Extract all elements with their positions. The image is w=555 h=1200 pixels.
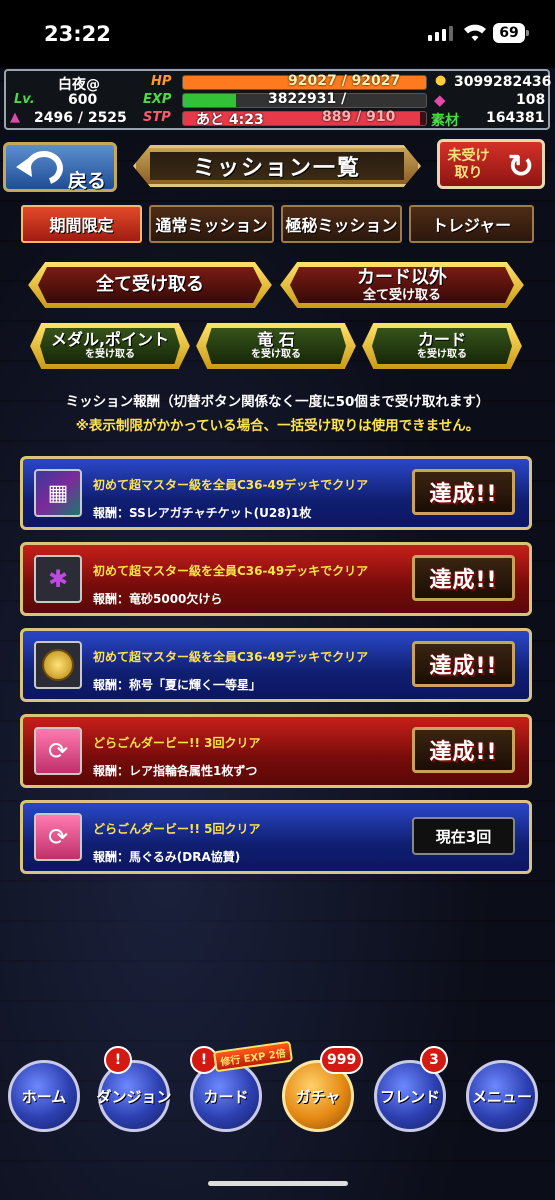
signal-icon [428, 26, 453, 41]
page-title: ミッション一覧 [192, 156, 361, 181]
receive-card-line2: を受け取る [417, 349, 467, 360]
mission-item: ✱ 初めて超マスター級を全員C36-49デッキでクリア 報酬：竜砂5000欠けら… [20, 542, 532, 616]
receive-medal-button[interactable]: メダル,ポイント を受け取る [30, 323, 190, 369]
level-value: 600 [68, 92, 98, 108]
material-label: 素材 [431, 113, 459, 129]
notice-display-limit: ※表示制限がかかっている場合、一括受け取りは使用できません。 [75, 418, 480, 434]
stamina-value: 2496 / 2525 [34, 110, 127, 126]
material-value: 164381 [486, 110, 545, 126]
ring-card-icon: ⟳ [34, 727, 82, 775]
tab-secret[interactable]: 極秘ミッション [281, 205, 402, 243]
level-label: Lv. [14, 92, 35, 107]
back-button[interactable]: 戻る [3, 142, 117, 192]
nav-menu[interactable]: メニュー [466, 1060, 538, 1132]
receive-all-label: 全て受け取る [96, 274, 204, 295]
exp-label: EXP [143, 92, 172, 107]
nav-home-label: ホーム [21, 1087, 67, 1106]
gacha-count-badge: 999 [320, 1046, 364, 1074]
refresh-icon: ↻ [507, 147, 534, 185]
exp-value: 3822931 / [268, 91, 347, 107]
stp-value: 889 / 910 [322, 109, 396, 125]
receive-stone-line1: 竜 石 [257, 330, 295, 349]
clock: 23:22 [44, 22, 111, 46]
mission-item: ⟳ どらごんダービー!! 3回クリア 報酬：レア指輪各属性1枚ずつ 達成!! [20, 714, 532, 788]
mission-title: 初めて超マスター級を全員C36-49デッキでクリア [93, 650, 369, 664]
unreceived-button[interactable]: 未受け取り ↻ [437, 139, 545, 189]
friend-count-badge: 3 [420, 1046, 448, 1074]
back-label: 戻る [68, 170, 107, 192]
receive-medal-line2: を受け取る [85, 349, 135, 360]
mission-reward: 報酬：称号「夏に輝く一等星」 [93, 678, 262, 692]
receive-stone-line2: を受け取る [251, 349, 301, 360]
player-name: 白夜@ [58, 77, 100, 93]
medal-icon [34, 641, 82, 689]
mission-complete-button[interactable]: 達成!! [412, 727, 515, 773]
receive-all-button[interactable]: 全て受け取る [28, 262, 272, 308]
mission-complete-button[interactable]: 達成!! [412, 469, 515, 515]
stp-label: STP [143, 110, 171, 125]
nav-home[interactable]: ホーム [8, 1060, 80, 1132]
mission-reward: 報酬：レア指輪各属性1枚ずつ [93, 764, 258, 778]
receive-medal-line1: メダル,ポイント [50, 330, 170, 349]
hp-label: HP [151, 74, 172, 89]
nav-gacha-label: ガチャ [295, 1087, 341, 1106]
mission-reward: 報酬：竜砂5000欠けら [93, 592, 223, 606]
mission-reward: 報酬：馬ぐるみ(DRA協賛) [93, 850, 241, 864]
dragon-stone-value: 108 [516, 92, 546, 108]
receive-except-card-button[interactable]: カード以外 全て受け取る [280, 262, 524, 308]
gold-icon: ● [435, 73, 447, 88]
gold-value: 3099282436 [454, 74, 552, 90]
receive-except-card-line2: 全て受け取る [362, 287, 441, 303]
mission-title: どらごんダービー!! 5回クリア [93, 822, 261, 836]
nav-friend-label: フレンド [379, 1087, 440, 1106]
dragon-stone-icon: ◆ [434, 91, 446, 109]
wifi-icon [464, 24, 486, 41]
tab-limited[interactable]: 期間限定 [21, 205, 142, 243]
dragon-sand-icon: ✱ [34, 555, 82, 603]
receive-stone-button[interactable]: 竜 石を受け取る [196, 323, 356, 369]
player-stats-panel: 白夜@ Lv. 600 ▲ 2496 / 2525 HP 92027 / 920… [4, 69, 552, 130]
system-status-bar: 23:22 69 [0, 0, 555, 68]
mission-title: 初めて超マスター級を全員C36-49デッキでクリア [93, 564, 369, 578]
mission-title: どらごんダービー!! 3回クリア [93, 736, 261, 750]
stp-timer: あと 4:23 [196, 112, 264, 128]
ticket-icon: ▦ [34, 469, 82, 517]
stamina-icon: ▲ [10, 110, 20, 125]
mission-complete-button[interactable]: 達成!! [412, 641, 515, 687]
nav-card-label: カード [203, 1087, 249, 1106]
receive-card-line1: カード [417, 330, 466, 349]
receive-except-card-line1: カード以外 [357, 266, 447, 288]
mission-item: ⟳ どらごんダービー!! 5回クリア 報酬：馬ぐるみ(DRA協賛) 現在3回 [20, 800, 532, 874]
dungeon-alert-badge: ! [104, 1046, 132, 1074]
tab-treasure[interactable]: トレジャー [409, 205, 534, 243]
mission-title: 初めて超マスター級を全員C36-49デッキでクリア [93, 478, 369, 492]
home-indicator [208, 1181, 348, 1186]
nav-menu-label: メニュー [471, 1087, 532, 1106]
unreceived-label: 未受け取り [447, 148, 490, 181]
mission-complete-button[interactable]: 達成!! [412, 555, 515, 601]
hp-value: 92027 / 92027 [288, 73, 401, 89]
ring-card-icon: ⟳ [34, 813, 82, 861]
mission-progress: 現在3回 [412, 817, 515, 855]
nav-dungeon-label: ダンジョン [96, 1087, 172, 1106]
mission-item: 初めて超マスター級を全員C36-49デッキでクリア 報酬：称号「夏に輝く一等星」… [20, 628, 532, 702]
battery-icon: 69 [493, 23, 529, 43]
mission-item: ▦ 初めて超マスター級を全員C36-49デッキでクリア 報酬：SSレアガチャチケ… [20, 456, 532, 530]
receive-card-button[interactable]: カード を受け取る [362, 323, 522, 369]
tab-normal[interactable]: 通常ミッション [149, 205, 274, 243]
back-arrow-icon [16, 151, 63, 184]
mission-reward: 報酬：SSレアガチャチケット(U28)1枚 [93, 506, 312, 520]
page-title-plate: ミッション一覧 [133, 145, 421, 187]
notice-reward-limit: ミッション報酬（切替ボタン関係なく一度に50個まで受け取れます） [65, 394, 490, 410]
